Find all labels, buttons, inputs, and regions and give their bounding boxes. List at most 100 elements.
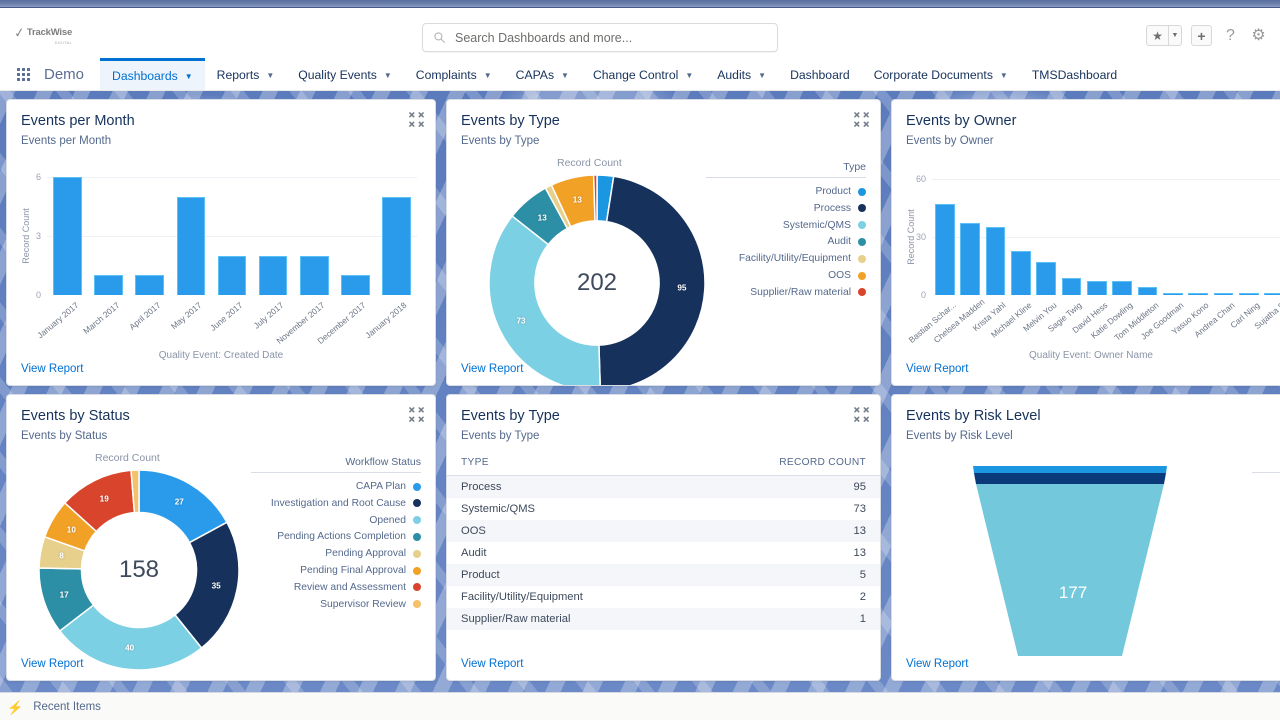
view-report-link[interactable]: View Report: [892, 363, 1280, 385]
legend-item[interactable]: Supervisor Review: [251, 596, 421, 613]
legend-item[interactable]: Supplier/Raw material: [706, 284, 866, 301]
bar[interactable]: [94, 275, 124, 295]
nav-item-tmsdashboard[interactable]: TMSDashboard: [1020, 59, 1129, 90]
view-report-link[interactable]: View Report: [7, 363, 435, 385]
legend-item[interactable]: Pending Approval: [251, 545, 421, 562]
legend-item[interactable]: Systemic/QMS: [706, 217, 866, 234]
bar[interactable]: [340, 275, 370, 295]
bar[interactable]: [1188, 293, 1209, 295]
bar[interactable]: [1239, 293, 1259, 295]
chevron-down-icon[interactable]: ▼: [484, 71, 492, 80]
funnel-stage-minor[interactable]: [976, 484, 1164, 657]
legend-item[interactable]: Pending Final Approval: [251, 562, 421, 579]
chevron-down-icon[interactable]: ▼: [685, 71, 693, 80]
favorites-button-group[interactable]: ★ ▼: [1146, 25, 1182, 46]
nav-item-corporate-documents[interactable]: Corporate Documents ▼: [862, 59, 1020, 90]
chevron-down-icon[interactable]: ▼: [384, 71, 392, 80]
bar-chart-events-per-month[interactable]: Record Count 0 3 6 January 2017 March 2017 Apr…: [7, 147, 435, 363]
legend-item[interactable]: CAPA Plan: [251, 478, 421, 495]
donut-chart-events-by-status[interactable]: 27 35 40 17 8 10 19 158: [38, 469, 240, 671]
question-icon[interactable]: ?: [1221, 25, 1240, 46]
nav-item-audits[interactable]: Audits ▼: [705, 59, 778, 90]
bar[interactable]: [217, 255, 247, 295]
bar[interactable]: [1163, 293, 1183, 295]
bar[interactable]: [934, 204, 955, 295]
gear-icon[interactable]: ⚙: [1249, 25, 1268, 46]
bar[interactable]: [258, 255, 288, 295]
bar[interactable]: [960, 223, 980, 295]
star-icon[interactable]: ★: [1147, 26, 1168, 45]
bar[interactable]: [135, 275, 165, 295]
view-report-link[interactable]: View Report: [892, 658, 1280, 680]
nav-item-complaints[interactable]: Complaints ▼: [404, 59, 504, 90]
column-header-record-count[interactable]: RECORD COUNT: [692, 451, 880, 477]
trackwise-logo[interactable]: ✓ TrackWise DIGITAL: [13, 22, 92, 45]
table-row[interactable]: Product 5: [447, 564, 880, 587]
chevron-down-icon[interactable]: ▼: [1168, 26, 1181, 45]
table-row[interactable]: Systemic/QMS 73: [447, 498, 880, 520]
bar[interactable]: [1086, 281, 1107, 295]
bar[interactable]: [1213, 293, 1234, 295]
bar[interactable]: [1010, 250, 1031, 295]
funnel-stage-critical[interactable]: [973, 466, 1167, 474]
chevron-down-icon[interactable]: ▼: [266, 71, 274, 80]
expand-icon[interactable]: [854, 407, 869, 422]
table-row[interactable]: Audit 13: [447, 542, 880, 564]
search-input[interactable]: [455, 30, 767, 45]
global-search[interactable]: [422, 23, 778, 52]
x-axis-title: Quality Event: Owner Name: [1029, 350, 1153, 361]
table-row[interactable]: Process 95: [447, 475, 880, 499]
chevron-down-icon[interactable]: ▼: [185, 72, 193, 81]
funnel-chart-events-by-risk-level[interactable]: [970, 466, 1170, 657]
legend-item[interactable]: Audit: [706, 234, 866, 251]
legend-item[interactable]: Pending Actions Completion: [251, 529, 421, 546]
app-launcher-icon[interactable]: [10, 59, 36, 90]
chevron-down-icon[interactable]: ▼: [561, 71, 569, 80]
bar[interactable]: [1137, 287, 1158, 295]
nav-item-quality-events[interactable]: Quality Events ▼: [286, 59, 404, 90]
chevron-down-icon[interactable]: ▼: [758, 71, 766, 80]
table-row[interactable]: Facility/Utility/Equipment 2: [447, 586, 880, 608]
funnel-stage-major[interactable]: [974, 473, 1166, 485]
expand-icon[interactable]: [854, 112, 869, 127]
recent-items-label[interactable]: Recent Items: [33, 701, 101, 713]
search-box[interactable]: [422, 23, 778, 52]
nav-item-dashboards[interactable]: Dashboards ▼: [100, 58, 205, 90]
legend-item[interactable]: Investigation and Root Cause: [251, 495, 421, 512]
legend-item[interactable]: Majo: [1252, 495, 1280, 512]
bar[interactable]: [1264, 293, 1280, 295]
view-report-link[interactable]: View Report: [447, 658, 880, 680]
expand-icon[interactable]: [409, 407, 424, 422]
nav-item-capas[interactable]: CAPAs ▼: [504, 59, 581, 90]
table-row[interactable]: OOS 13: [447, 520, 880, 543]
legend-item[interactable]: Facility/Utility/Equipment: [706, 250, 866, 267]
bar[interactable]: [1061, 277, 1082, 295]
donut-chart-events-by-type[interactable]: 95 73 13 13 202: [488, 174, 706, 385]
legend-item[interactable]: Review and Assessment: [251, 579, 421, 596]
legend-item[interactable]: Opened: [251, 512, 421, 529]
bar[interactable]: [176, 196, 206, 295]
nav-item-dashboard[interactable]: Dashboard: [778, 59, 862, 90]
cell-type: OOS: [447, 520, 693, 543]
bar-chart-events-by-owner[interactable]: Record Count 0 30 60 Bastian Schar... Chelsea…: [892, 147, 1280, 363]
column-header-type[interactable]: TYPE: [447, 451, 693, 477]
nav-item-reports[interactable]: Reports ▼: [205, 59, 287, 90]
legend-item[interactable]: Process: [706, 200, 866, 217]
chart-caption: Record Count: [557, 157, 622, 170]
chevron-down-icon[interactable]: ▼: [1000, 71, 1008, 80]
bar[interactable]: [985, 227, 1006, 295]
legend-item[interactable]: Minc: [1252, 512, 1280, 529]
legend-item[interactable]: Product: [706, 183, 866, 200]
bar[interactable]: [1112, 281, 1133, 295]
table-row[interactable]: Supplier/Raw material 1: [447, 608, 880, 631]
legend-item[interactable]: OOS: [706, 267, 866, 284]
plus-icon[interactable]: +: [1191, 25, 1212, 46]
legend-item[interactable]: Critica: [1252, 478, 1280, 495]
bar[interactable]: [299, 255, 329, 295]
expand-icon[interactable]: [409, 112, 424, 127]
bar[interactable]: [53, 177, 82, 295]
widget-header: Events by Status Events by Status: [7, 395, 435, 442]
bar[interactable]: [1036, 262, 1056, 295]
nav-item-change-control[interactable]: Change Control ▼: [581, 59, 705, 90]
bar[interactable]: [382, 196, 411, 295]
